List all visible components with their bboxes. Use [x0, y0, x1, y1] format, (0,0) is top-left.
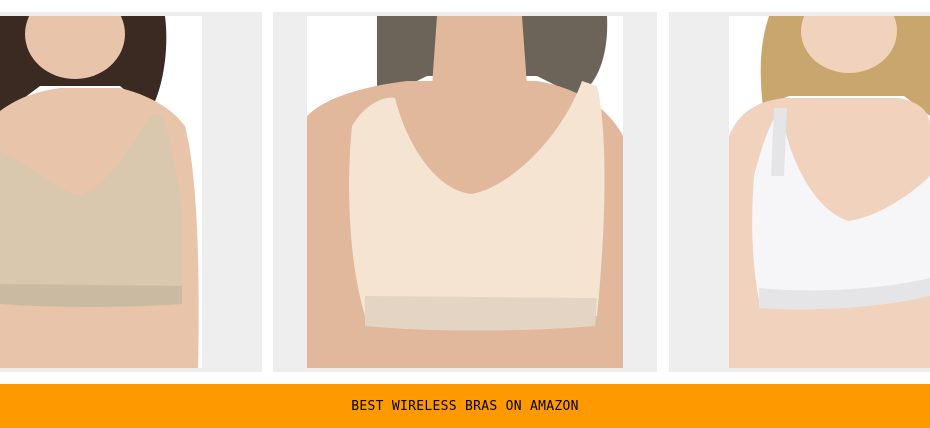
product-card-1[interactable] [0, 12, 262, 372]
product-photo-3-graphic [729, 16, 930, 368]
product-photo-1-graphic [0, 16, 199, 368]
product-card-3[interactable] [669, 12, 930, 372]
product-image-strip [0, 0, 930, 378]
bra-band-shape [365, 296, 597, 331]
neck-shape [432, 16, 527, 86]
product-photo-nude-wireless-bra[interactable] [0, 16, 202, 368]
product-card-2[interactable] [273, 12, 657, 372]
title-banner: BEST WIRELESS BRAS ON AMAZON [0, 384, 930, 428]
banner-title: BEST WIRELESS BRAS ON AMAZON [351, 398, 579, 414]
product-photo-cream-wireless-bra[interactable] [307, 16, 623, 368]
product-photo-2-graphic [307, 16, 623, 368]
bra-band-shape [0, 284, 182, 307]
product-photo-white-wireless-bra[interactable] [729, 16, 930, 368]
